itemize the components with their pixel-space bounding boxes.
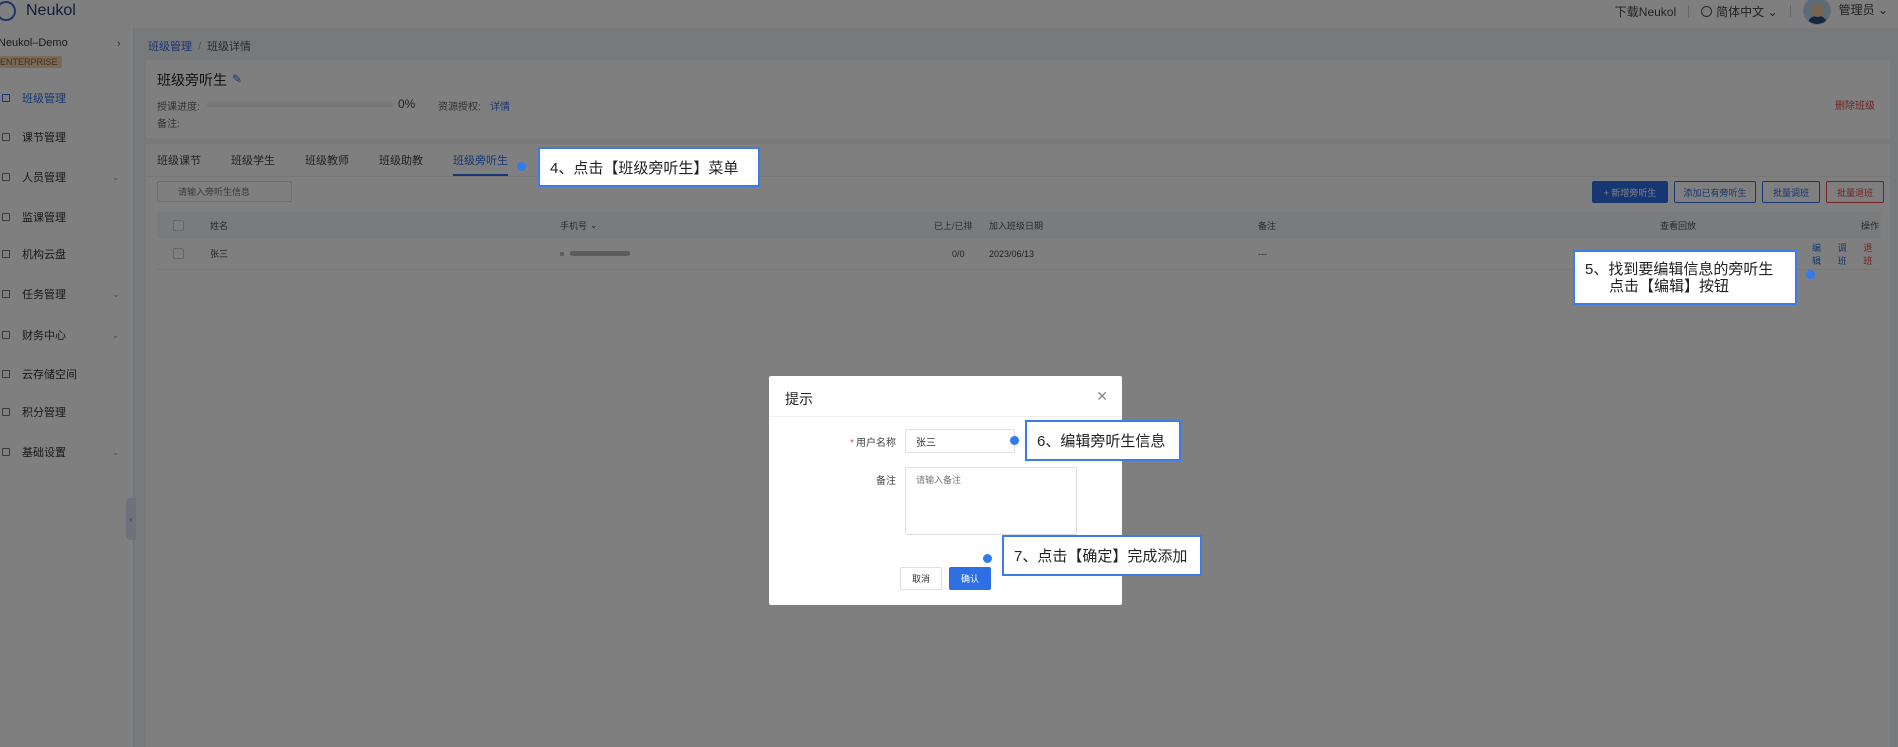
callout-pointer-step4: [517, 162, 526, 171]
callout-step6: 6、编辑旁听生信息: [1025, 420, 1181, 461]
callout-step5: 5、找到要编辑信息的旁听生 点击【编辑】按钮: [1573, 250, 1797, 305]
callout-step7: 7、点击【确定】完成添加: [1002, 535, 1202, 576]
callout-step4: 4、点击【班级旁听生】菜单: [538, 147, 760, 187]
callout-pointer-step7: [983, 554, 992, 563]
note-textarea[interactable]: [905, 467, 1077, 535]
dialog-divider: [769, 416, 1122, 417]
username-label-text: 用户名称: [856, 438, 896, 449]
callout-step5-line2: 点击【编辑】按钮: [1609, 277, 1730, 295]
close-icon[interactable]: ✕: [1096, 388, 1108, 405]
callout-pointer-step5: [1806, 270, 1815, 279]
username-label: * 用户名称: [796, 434, 896, 449]
confirm-button[interactable]: 确认: [949, 567, 991, 590]
note-field-label: 备注: [876, 476, 896, 487]
cancel-button[interactable]: 取消: [900, 567, 942, 590]
required-mark: *: [850, 438, 854, 449]
callout-step5-line1: 5、找到要编辑信息的旁听生: [1585, 260, 1774, 278]
dialog-title: 提示: [785, 391, 813, 407]
callout-pointer-step6: [1010, 436, 1019, 445]
modal-overlay[interactable]: [0, 0, 1898, 747]
username-input[interactable]: [905, 429, 1015, 453]
